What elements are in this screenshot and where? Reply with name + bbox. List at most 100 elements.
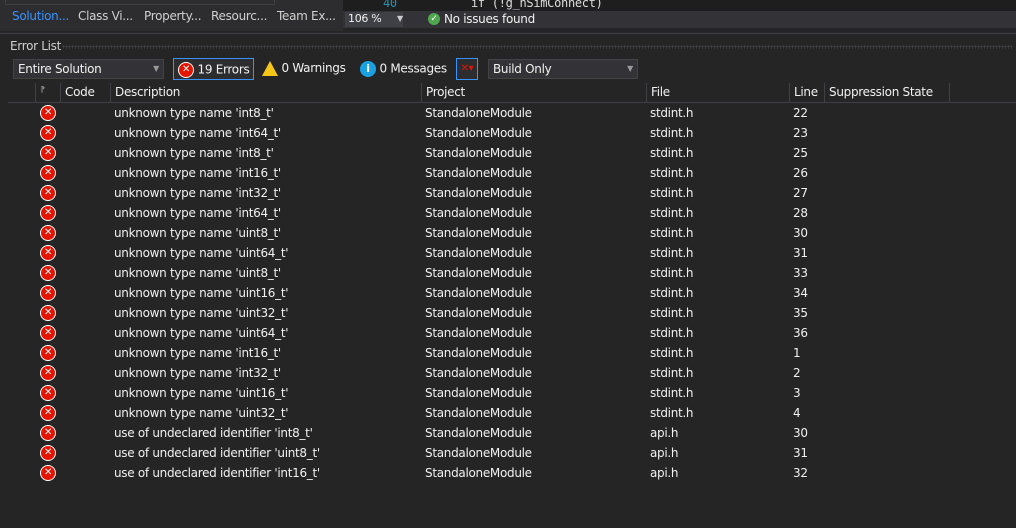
issues-status[interactable]: No issues found [444, 12, 535, 26]
column-project[interactable]: Project [421, 83, 646, 102]
table-row[interactable]: ✕ unknown type name 'uint32_t' Standalon… [8, 403, 1016, 423]
file-cell: stdint.h [650, 126, 694, 140]
sort-icon[interactable]: ⁋ [35, 83, 60, 102]
chevron-down-icon: ▼ [627, 64, 633, 73]
file-cell: stdint.h [650, 286, 694, 300]
table-row[interactable]: ✕ unknown type name 'uint64_t' Standalon… [8, 243, 1016, 263]
file-cell: stdint.h [650, 266, 694, 280]
project-cell: StandaloneModule [425, 406, 532, 420]
description-cell: use of undeclared identifier 'uint8_t' [114, 446, 320, 460]
description-cell: unknown type name 'int16_t' [114, 166, 281, 180]
file-cell: stdint.h [650, 366, 694, 380]
description-cell: unknown type name 'uint32_t' [114, 306, 289, 320]
file-cell: stdint.h [650, 306, 694, 320]
line-cell: 3 [793, 386, 801, 400]
line-cell: 1 [793, 346, 801, 360]
error-icon: ✕ [40, 185, 56, 201]
file-cell: stdint.h [650, 326, 694, 340]
errors-filter-button[interactable]: ✕ 19 Errors [173, 58, 255, 80]
error-icon: ✕ [40, 445, 56, 461]
tab-resource-view[interactable]: Resourc... [211, 9, 267, 23]
zoom-dropdown[interactable]: 106 % ▼ [345, 12, 403, 27]
table-row[interactable]: ✕ unknown type name 'int32_t' Standalone… [8, 183, 1016, 203]
errors-label: 19 Errors [197, 62, 250, 77]
file-cell: api.h [650, 466, 679, 480]
description-cell: unknown type name 'uint8_t' [114, 266, 281, 280]
file-cell: stdint.h [650, 186, 694, 200]
column-line[interactable]: Line [789, 83, 824, 102]
table-row[interactable]: ✕ unknown type name 'int8_t' StandaloneM… [8, 103, 1016, 123]
table-row[interactable]: ✕ unknown type name 'int32_t' Standalone… [8, 363, 1016, 383]
line-cell: 4 [793, 406, 801, 420]
panel-border [5, 0, 275, 5]
project-cell: StandaloneModule [425, 206, 532, 220]
build-filter-dropdown[interactable]: Build Only ▼ [488, 59, 638, 79]
table-row[interactable]: ✕ unknown type name 'int64_t' Standalone… [8, 203, 1016, 223]
table-row[interactable]: ✕ unknown type name 'int16_t' Standalone… [8, 343, 1016, 363]
filter-icon[interactable]: ✕▾ [456, 58, 478, 80]
line-cell: 23 [793, 126, 808, 140]
error-rows: ✕ unknown type name 'int8_t' StandaloneM… [8, 103, 1016, 483]
project-cell: StandaloneModule [425, 246, 532, 260]
table-row[interactable]: ✕ unknown type name 'uint16_t' Standalon… [8, 283, 1016, 303]
line-number: 40 [383, 0, 397, 10]
line-cell: 31 [793, 446, 808, 460]
table-row[interactable]: ✕ unknown type name 'uint8_t' Standalone… [8, 223, 1016, 243]
error-icon: ✕ [40, 425, 56, 441]
line-cell: 30 [793, 226, 808, 240]
tab-class-view[interactable]: Class Vi... [78, 9, 133, 23]
scope-dropdown[interactable]: Entire Solution ▼ [13, 59, 164, 79]
column-file[interactable]: File [646, 83, 789, 102]
panel-title: Error List [10, 39, 62, 53]
table-row[interactable]: ✕ unknown type name 'uint32_t' Standalon… [8, 303, 1016, 323]
line-cell: 30 [793, 426, 808, 440]
messages-filter-button[interactable]: i 0 Messages [356, 58, 451, 80]
error-icon: ✕ [40, 165, 56, 181]
divider [0, 33, 1016, 34]
project-cell: StandaloneModule [425, 326, 532, 340]
line-cell: 33 [793, 266, 808, 280]
editor-status-bar: 106 % ▼ ✓ No issues found [343, 11, 1016, 28]
table-row[interactable]: ✕ use of undeclared identifier 'int16_t'… [8, 463, 1016, 483]
column-suppression-state[interactable]: Suppression State [824, 83, 950, 102]
table-row[interactable]: ✕ unknown type name 'int64_t' Standalone… [8, 123, 1016, 143]
line-cell: 31 [793, 246, 808, 260]
warnings-filter-button[interactable]: 0 Warnings [258, 58, 350, 80]
table-header: ⁋ Code Description Project File Line Sup… [8, 83, 1016, 103]
error-icon: ✕ [40, 205, 56, 221]
code-editor[interactable]: 40 if (!g_hSimConnect) [343, 0, 1016, 11]
table-row[interactable]: ✕ unknown type name 'uint8_t' Standalone… [8, 263, 1016, 283]
column-description[interactable]: Description [110, 83, 421, 102]
build-filter-value: Build Only [493, 62, 552, 76]
error-icon: ✕ [40, 105, 56, 121]
tab-property-manager[interactable]: Property... [144, 9, 202, 23]
project-cell: StandaloneModule [425, 366, 532, 380]
project-cell: StandaloneModule [425, 186, 532, 200]
project-cell: StandaloneModule [425, 446, 532, 460]
tab-team-explorer[interactable]: Team Ex... [277, 9, 336, 23]
table-row[interactable]: ✕ unknown type name 'uint64_t' Standalon… [8, 323, 1016, 343]
tab-solution-explorer[interactable]: Solution... [12, 9, 69, 23]
project-cell: StandaloneModule [425, 146, 532, 160]
file-cell: stdint.h [650, 106, 694, 120]
table-row[interactable]: ✕ use of undeclared identifier 'int8_t' … [8, 423, 1016, 443]
project-cell: StandaloneModule [425, 286, 532, 300]
info-icon: i [360, 61, 376, 77]
error-icon: ✕ [40, 465, 56, 481]
description-cell: unknown type name 'uint32_t' [114, 406, 289, 420]
description-cell: unknown type name 'int64_t' [114, 126, 281, 140]
table-row[interactable]: ✕ unknown type name 'uint16_t' Standalon… [8, 383, 1016, 403]
zoom-value: 106 % [348, 12, 382, 25]
column-code[interactable]: Code [60, 83, 110, 102]
table-row[interactable]: ✕ unknown type name 'int8_t' StandaloneM… [8, 143, 1016, 163]
line-cell: 2 [793, 366, 801, 380]
table-row[interactable]: ✕ unknown type name 'int16_t' Standalone… [8, 163, 1016, 183]
table-row[interactable]: ✕ use of undeclared identifier 'uint8_t'… [8, 443, 1016, 463]
project-cell: StandaloneModule [425, 106, 532, 120]
line-cell: 32 [793, 466, 808, 480]
scope-value: Entire Solution [18, 62, 102, 76]
description-cell: unknown type name 'int32_t' [114, 186, 281, 200]
description-cell: unknown type name 'uint64_t' [114, 326, 289, 340]
description-cell: unknown type name 'int64_t' [114, 206, 281, 220]
project-cell: StandaloneModule [425, 426, 532, 440]
